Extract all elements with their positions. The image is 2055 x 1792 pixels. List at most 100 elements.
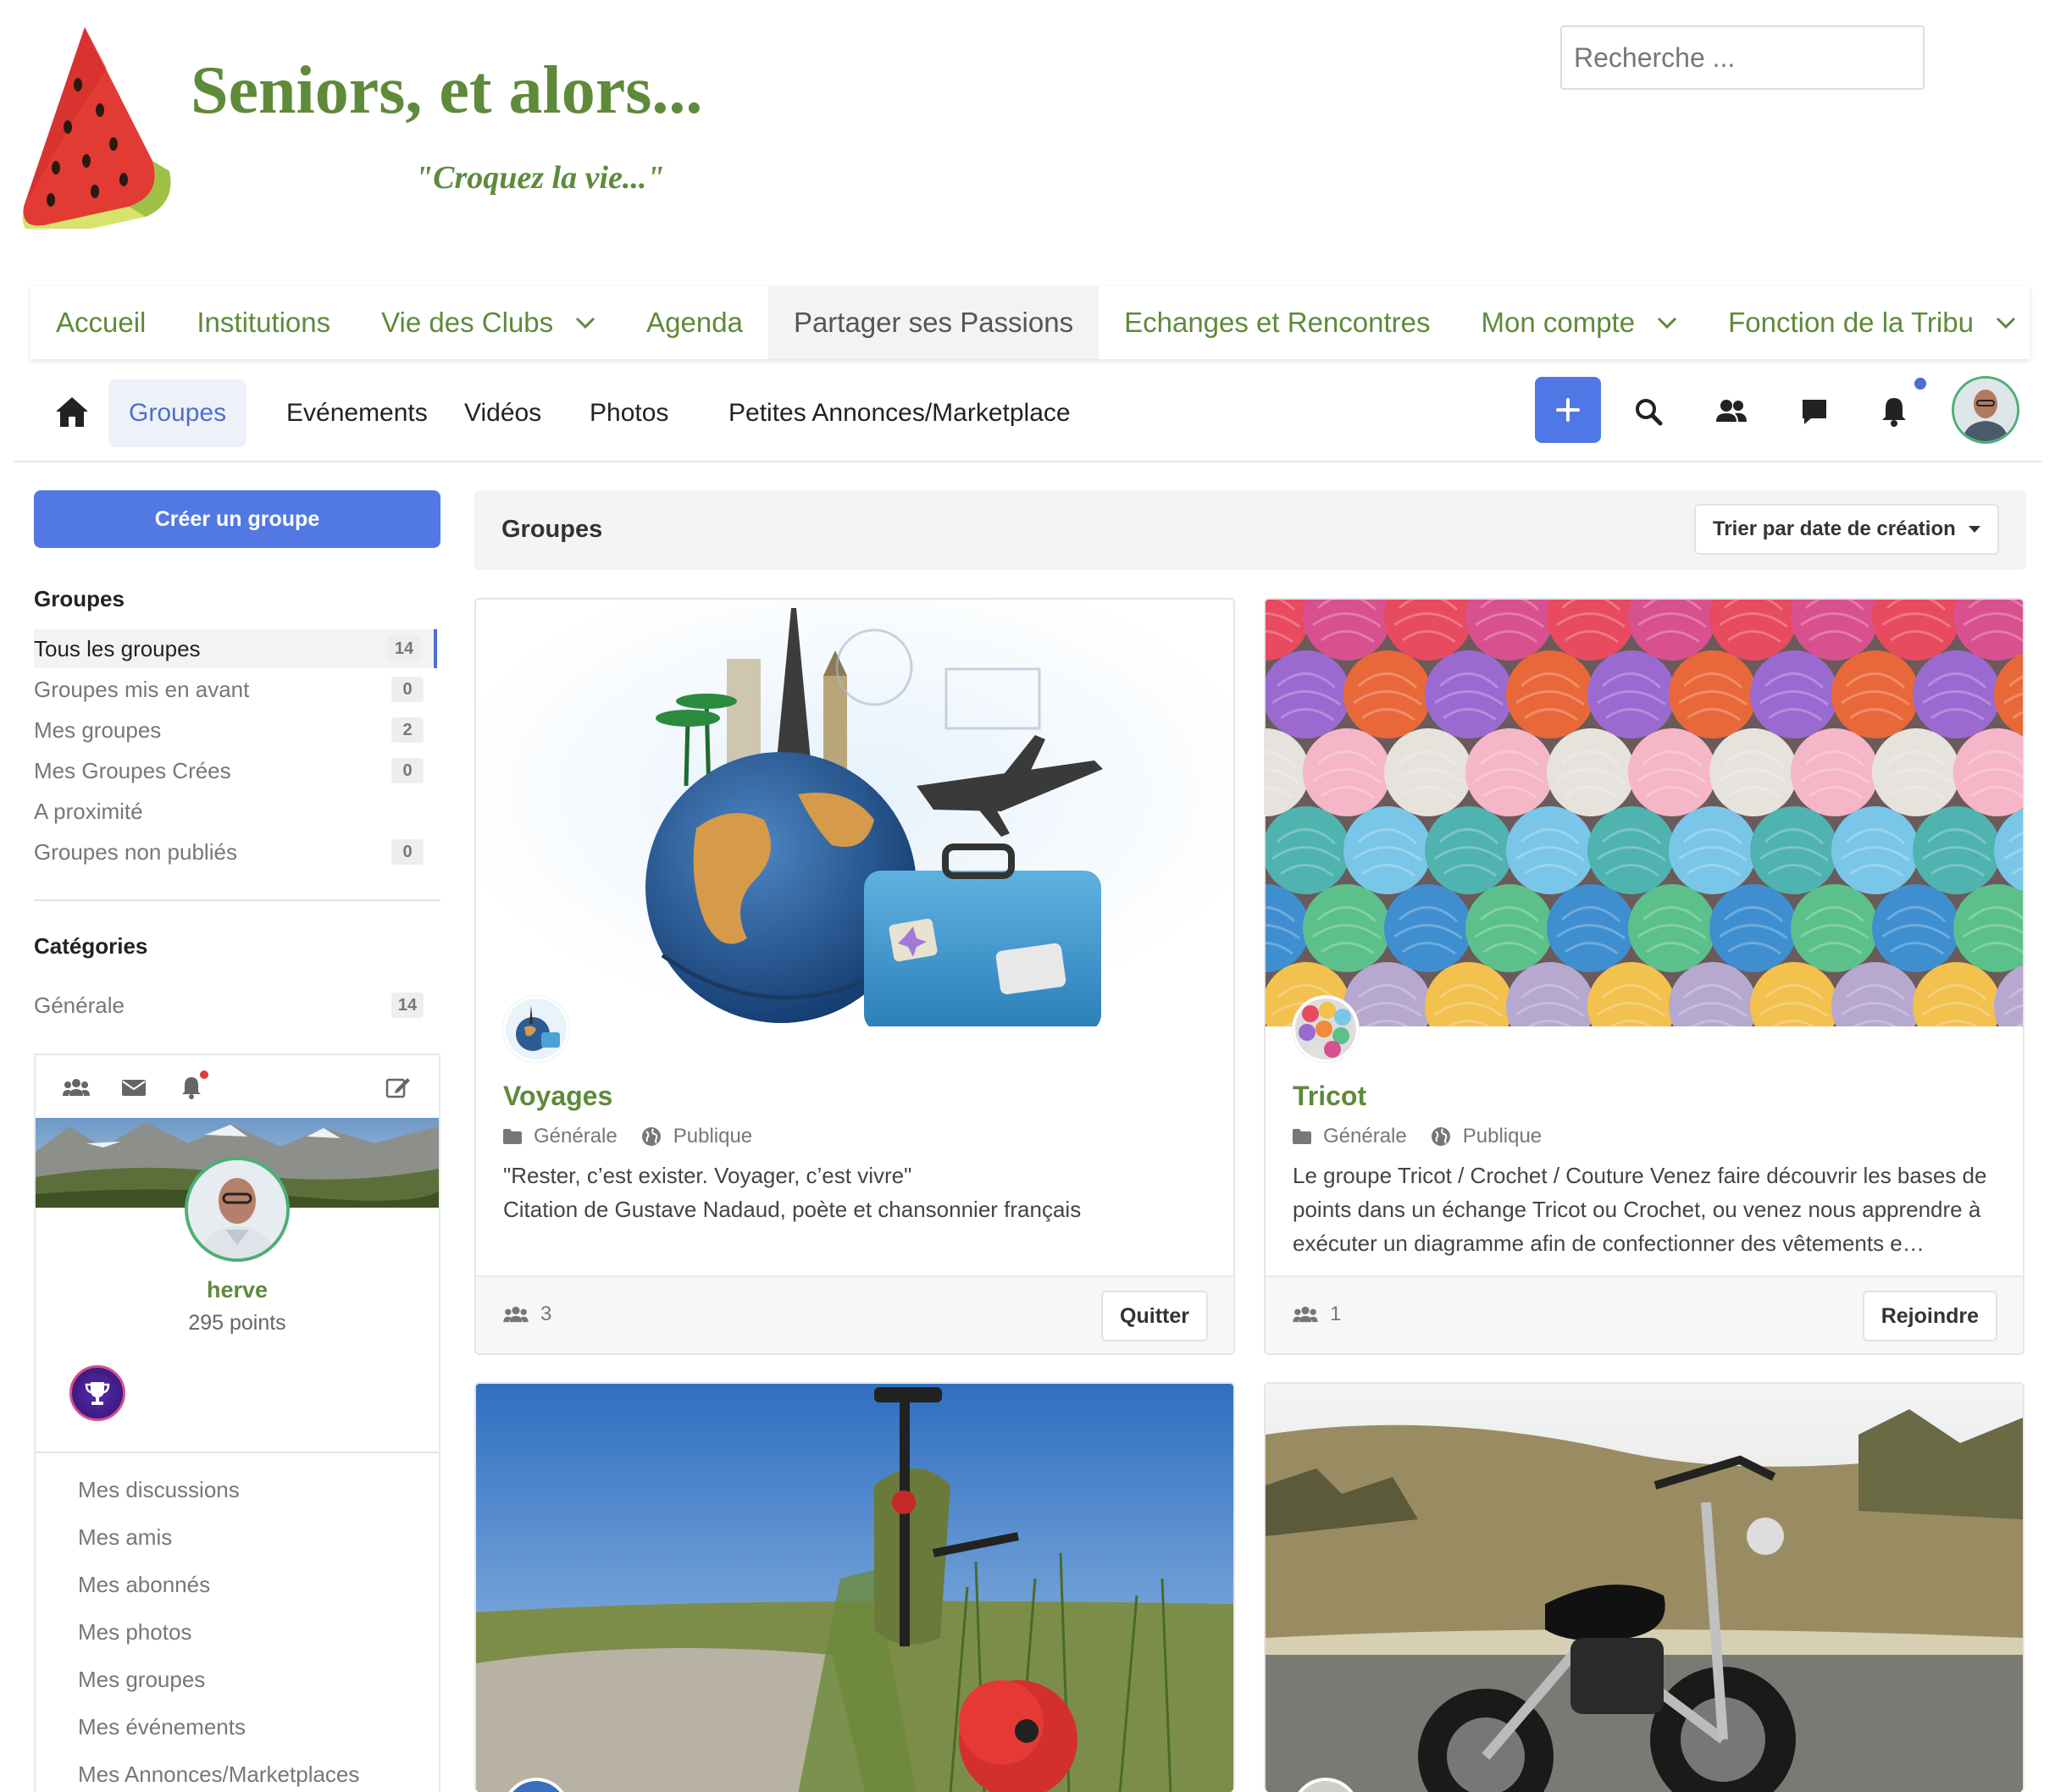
link-mes-abonnes[interactable]: Mes abonnés [78, 1572, 210, 1598]
profile-toolbar [36, 1055, 439, 1118]
watermelon-logo-icon[interactable] [19, 25, 171, 229]
group-cover-image[interactable] [1266, 1384, 2023, 1792]
group-card-footer: 3 Quitter [476, 1275, 1233, 1353]
bell-icon[interactable] [1877, 395, 1911, 429]
link-mes-annonces[interactable]: Mes Annonces/Marketplaces [78, 1762, 359, 1788]
menu-item-vie-des-clubs[interactable]: Vie des Clubs [356, 286, 621, 359]
group-cover-image[interactable] [476, 600, 1233, 1026]
link-mes-evenements[interactable]: Mes événements [78, 1714, 246, 1740]
filter-unpublished-groups[interactable]: Groupes non publiés 0 [34, 832, 437, 871]
group-card-footer: 1 Rejoindre [1266, 1275, 2023, 1353]
menu-item-institutions[interactable]: Institutions [171, 286, 356, 359]
link-mes-groupes[interactable]: Mes groupes [78, 1667, 205, 1693]
members-icon [503, 1306, 529, 1323]
group-avatar[interactable] [1293, 996, 1359, 1062]
filter-nearby[interactable]: A proximité [34, 792, 437, 831]
menu-item-label: Vie des Clubs [381, 307, 554, 338]
link-mes-photos[interactable]: Mes photos [78, 1619, 191, 1645]
group-description: Le groupe Tricot / Crochet / Couture Ven… [1293, 1163, 1987, 1256]
globe-icon [641, 1127, 661, 1146]
leave-group-button[interactable]: Quitter [1101, 1291, 1208, 1341]
join-group-button[interactable]: Rejoindre [1862, 1291, 1997, 1341]
tab-petites-annonces[interactable]: Petites Annonces/Marketplace [708, 379, 1091, 447]
profile-card: herve 295 points Mes discussions Mes ami… [34, 1054, 440, 1792]
group-card-voyages: Voyages Générale Publique "Rester, c’est… [474, 598, 1235, 1355]
sort-dropdown[interactable]: Trier par date de création [1694, 504, 1999, 555]
community-subnav: Groupes Evénements Vidéos Photos Petites… [14, 364, 2041, 462]
count-badge: 0 [391, 758, 424, 783]
filter-my-groups[interactable]: Mes groupes 2 [34, 711, 437, 749]
search-icon[interactable] [1631, 395, 1665, 429]
tab-videos[interactable]: Vidéos [444, 379, 562, 447]
filter-label: A proximité [34, 798, 143, 824]
profile-points: 295 points [188, 1311, 286, 1335]
bell-icon[interactable] [178, 1076, 205, 1099]
trophy-icon[interactable] [69, 1365, 125, 1421]
group-card-tricot: Tricot Générale Publique Le groupe Trico… [1264, 598, 2025, 1355]
group-title[interactable]: Voyages [503, 1081, 612, 1112]
link-mes-amis[interactable]: Mes amis [78, 1524, 172, 1551]
chevron-down-icon [576, 317, 595, 329]
filter-featured-groups[interactable]: Groupes mis en avant 0 [34, 670, 437, 709]
main-menu: Accueil Institutions Vie des Clubs Agend… [30, 286, 2030, 359]
messages-icon[interactable] [1797, 395, 1831, 429]
friends-icon[interactable] [1714, 395, 1748, 429]
envelope-icon[interactable] [120, 1076, 147, 1099]
groups-header: Groupes Trier par date de création [474, 490, 2026, 570]
profile-avatar[interactable] [185, 1157, 290, 1262]
plus-icon [1556, 398, 1580, 422]
link-mes-discussions[interactable]: Mes discussions [78, 1477, 240, 1503]
group-icon[interactable] [63, 1076, 90, 1099]
chevron-down-icon [1996, 317, 2015, 329]
member-count-value: 1 [1330, 1303, 1342, 1325]
filter-label: Tous les groupes [34, 635, 201, 661]
group-description: "Rester, c’est exister. Voyager, c’est v… [503, 1163, 1082, 1222]
group-visibility: Publique [673, 1125, 753, 1148]
caret-down-icon [1969, 526, 1980, 533]
menu-item-accueil[interactable]: Accueil [30, 286, 171, 359]
member-count: 3 [503, 1303, 551, 1326]
tab-photos[interactable]: Photos [569, 379, 689, 447]
chevron-down-icon [1658, 317, 1677, 329]
folder-icon [1293, 1129, 1311, 1144]
category-generale[interactable]: Générale 14 [34, 986, 437, 1025]
site-tagline: "Croquez la vie..." [415, 160, 665, 196]
menu-item-partager-ses-passions[interactable]: Partager ses Passions [767, 286, 1100, 359]
group-title[interactable]: Tricot [1293, 1081, 1366, 1112]
menu-item-fonction-de-la-tribu[interactable]: Fonction de la Tribu [1703, 286, 2041, 359]
count-badge: 2 [391, 717, 424, 743]
site-search-input[interactable] [1560, 25, 1925, 90]
filter-all-groups[interactable]: Tous les groupes 14 [34, 629, 437, 668]
site-header: Seniors, et alors... "Croquez la vie..." [0, 0, 2055, 271]
site-title[interactable]: Seniors, et alors... [191, 53, 702, 130]
create-plus-button[interactable] [1535, 377, 1601, 443]
menu-item-mon-compte[interactable]: Mon compte [1456, 286, 1703, 359]
group-avatar[interactable] [503, 996, 569, 1062]
folder-icon [503, 1129, 522, 1144]
create-group-button[interactable]: Créer un groupe [34, 490, 440, 548]
edit-icon[interactable] [385, 1076, 412, 1099]
user-avatar[interactable] [1952, 376, 2019, 444]
filter-label: Mes groupes [34, 716, 162, 743]
group-cover-image[interactable] [1266, 600, 2023, 1026]
group-cover-image[interactable] [476, 1384, 1233, 1792]
group-card-motorcycle [1264, 1382, 2025, 1792]
count-badge: 0 [391, 677, 424, 702]
sort-label: Trier par date de création [1713, 517, 1956, 540]
member-count-value: 3 [540, 1303, 552, 1325]
tab-groupes[interactable]: Groupes [108, 379, 247, 447]
notification-dot [200, 1070, 208, 1079]
group-category: Générale [534, 1125, 618, 1148]
category-label: Générale [34, 992, 125, 1018]
menu-item-label: Partager ses Passions [793, 307, 1074, 338]
group-meta: Générale Publique [503, 1125, 752, 1148]
home-icon[interactable] [54, 395, 90, 429]
profile-name[interactable]: herve [36, 1277, 439, 1303]
menu-item-echanges-et-rencontres[interactable]: Echanges et Rencontres [1099, 286, 1455, 359]
filter-my-created-groups[interactable]: Mes Groupes Crées 0 [34, 751, 437, 790]
categories-heading: Catégories [34, 933, 148, 959]
count-badge: 14 [388, 636, 420, 661]
menu-item-agenda[interactable]: Agenda [621, 286, 768, 359]
count-badge: 0 [391, 839, 424, 865]
tab-evenements[interactable]: Evénements [266, 379, 448, 447]
